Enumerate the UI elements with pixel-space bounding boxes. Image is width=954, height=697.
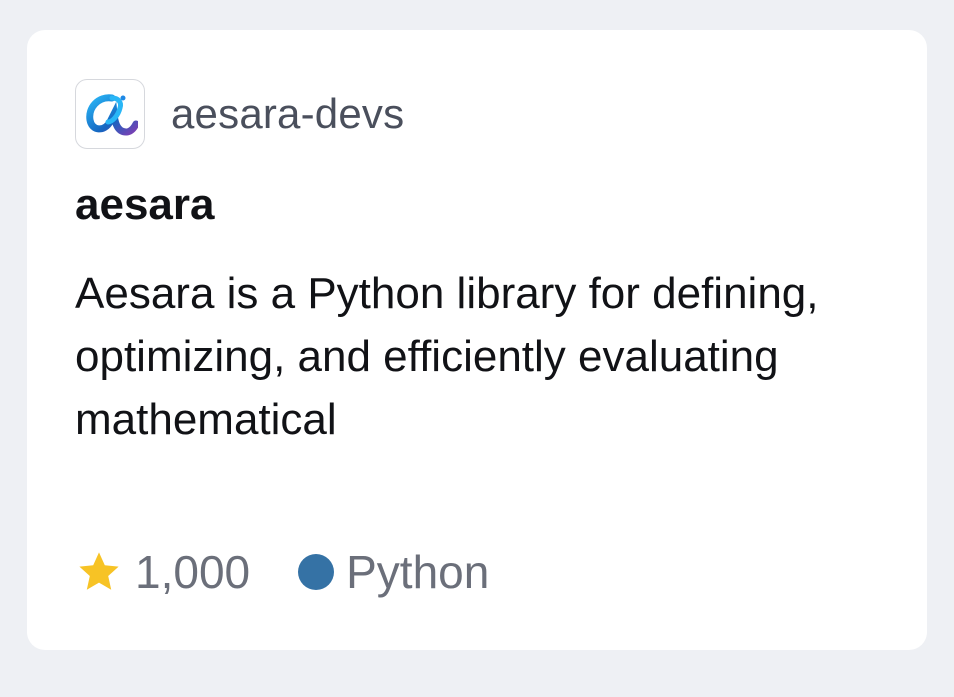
language-name: Python	[346, 546, 490, 598]
language: Python	[298, 545, 489, 599]
owner-row[interactable]: aesara-devs	[75, 78, 404, 150]
star-icon	[79, 552, 119, 590]
language-color-dot	[298, 554, 335, 590]
owner-name[interactable]: aesara-devs	[171, 90, 404, 138]
aesara-logo-icon[interactable]	[75, 79, 145, 149]
stars-count[interactable]: 1,000	[75, 545, 250, 599]
repo-card[interactable]: aesara-devs aesara Aesara is a Python li…	[27, 30, 927, 650]
stars-count-label: 1,000	[135, 546, 251, 598]
repo-name[interactable]: aesara	[75, 180, 214, 230]
repo-description: Aesara is a Python library for defining,…	[75, 269, 819, 444]
repo-meta: 1,000 Python	[75, 542, 489, 602]
